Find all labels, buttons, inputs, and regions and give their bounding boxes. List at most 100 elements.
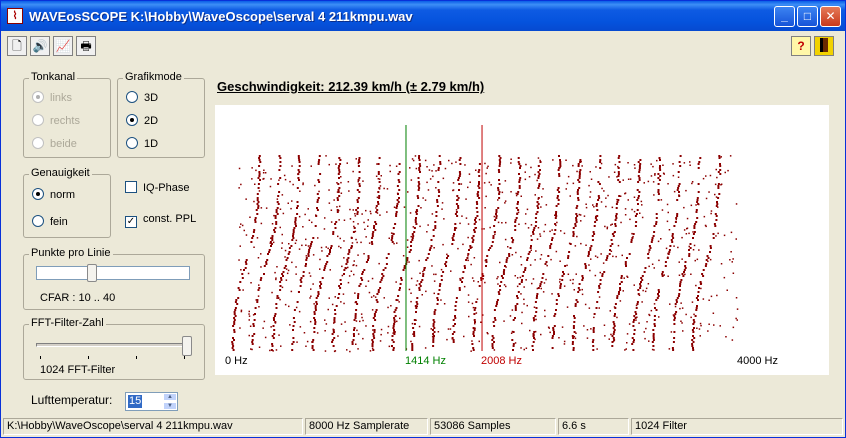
spectrogram-dot: [251, 167, 253, 169]
spectrogram-dot: [485, 195, 487, 198]
radio-beide[interactable]: beide: [32, 137, 77, 150]
spectrogram-dot: [374, 296, 377, 298]
speaker-icon[interactable]: 🔊: [30, 36, 50, 56]
spectrogram-dot: [603, 190, 605, 192]
spectrogram-dot: [657, 189, 660, 191]
spectrogram-dot: [591, 341, 594, 343]
marker-green-label: 1414 Hz: [404, 355, 446, 367]
spectrogram-dot: [337, 297, 340, 299]
spectrogram-dot: [334, 227, 337, 229]
spectrogram-dot: [493, 215, 496, 218]
help-button[interactable]: ?: [791, 36, 811, 56]
spectrogram-dot: [375, 309, 378, 311]
spectrogram-dot: [523, 348, 525, 351]
spectrogram-dot: [354, 215, 357, 217]
spectrogram-dot: [354, 301, 357, 304]
spectrogram-dot: [357, 162, 360, 165]
spectrogram-dot: [234, 301, 237, 303]
spectrogram-dot: [653, 349, 655, 351]
spectrogram-dot: [673, 319, 676, 321]
spectrogram-dot: [590, 245, 593, 247]
lufttemp-value[interactable]: 15: [128, 395, 143, 408]
spectrogram-dot: [674, 313, 677, 315]
radio-1d[interactable]: 1D: [126, 137, 158, 150]
spectrogram-dot: [678, 194, 680, 196]
spectrogram-dot: [349, 208, 351, 211]
spectrogram-dot: [606, 257, 609, 259]
title-bar[interactable]: ⌇ WAVEosSCOPE K:\Hobby\WaveOscope\serval…: [1, 1, 845, 31]
spectrogram-dot: [353, 329, 355, 331]
spectrogram-dot: [592, 345, 595, 347]
punkte-slider-thumb[interactable]: [87, 264, 97, 282]
spectrogram-dot: [392, 327, 395, 329]
spectrogram-dot: [559, 260, 561, 262]
spectrogram-dot: [630, 241, 633, 243]
spectrogram-dot: [277, 195, 280, 197]
spectrogram-dot: [598, 197, 601, 199]
spectrogram-dot: [581, 275, 584, 277]
spectrogram-dot: [292, 341, 295, 343]
maximize-button[interactable]: □: [797, 6, 818, 27]
spectrogram-dot: [391, 235, 394, 237]
fft-slider-thumb[interactable]: [182, 336, 192, 356]
spectrogram-dot: [500, 275, 503, 277]
spectrogram-dot: [396, 192, 399, 195]
spectrogram-dot: [319, 287, 322, 289]
spectrum-icon[interactable]: 📈: [53, 36, 73, 56]
printer-icon[interactable]: 🖶: [76, 36, 96, 56]
spectrogram-dot: [357, 165, 360, 167]
spin-up-button[interactable]: ▲: [163, 393, 177, 401]
spectrogram-dot: [478, 218, 481, 221]
spectrogram-dot: [326, 255, 329, 257]
spectrogram-dot: [568, 242, 571, 245]
fft-slider-track[interactable]: [36, 343, 186, 347]
spectrogram-dot: [387, 325, 390, 328]
spectrogram-dot: [691, 182, 693, 185]
spectrogram-dot: [467, 253, 470, 255]
spectrogram-dot: [365, 285, 367, 287]
spectrogram-dot: [368, 291, 371, 294]
close-button[interactable]: ✕: [820, 6, 841, 27]
radio-rechts[interactable]: rechts: [32, 114, 80, 127]
spectrogram-dot: [362, 319, 364, 322]
spectrogram-dot: [617, 165, 619, 168]
spectrogram-dot: [552, 159, 554, 161]
spectrogram-dot: [598, 296, 601, 298]
minimize-button[interactable]: _: [774, 6, 795, 27]
new-file-icon[interactable]: 🗋: [7, 36, 27, 56]
spectrogram-dot: [411, 237, 414, 239]
spectrogram-dot: [329, 249, 331, 251]
spectrogram-dot: [372, 349, 375, 351]
spectrogram-dot: [333, 199, 335, 201]
spectrogram-dot: [456, 215, 459, 217]
spectrogram-dot: [471, 237, 474, 239]
const-ppl-checkbox[interactable]: ✓ const. PPL: [125, 213, 196, 228]
spectrogram-dot: [706, 255, 709, 257]
radio-fein[interactable]: fein: [32, 215, 68, 228]
radio-norm[interactable]: norm: [32, 188, 75, 201]
spectrogram-dot: [279, 289, 282, 291]
radio-3d[interactable]: 3D: [126, 91, 158, 104]
spectrogram-dot: [558, 155, 560, 157]
spectrogram-dot: [433, 247, 435, 249]
waveform-icon[interactable]: ⌇: [7, 8, 23, 24]
spectrogram-dot: [614, 303, 617, 305]
lufttemp-spinner[interactable]: 15 ▲ ▼: [125, 392, 178, 411]
radio-2d[interactable]: 2D: [126, 114, 158, 127]
spectrogram-plot[interactable]: 0 Hz 1414 Hz 2008 Hz 4000 Hz: [215, 105, 829, 375]
spectrogram-dot: [478, 169, 481, 171]
spectrogram-dot: [483, 228, 485, 230]
spectrogram-dot: [352, 339, 355, 341]
spectrogram-dot: [357, 348, 359, 350]
spectrogram-dot: [532, 349, 534, 351]
spin-down-button[interactable]: ▼: [163, 402, 177, 410]
spectrogram-dot: [575, 219, 578, 221]
spectrogram-dot: [278, 179, 280, 181]
exit-door-icon[interactable]: [814, 36, 834, 56]
iq-phase-checkbox[interactable]: IQ-Phase: [125, 181, 189, 194]
spectrogram-dot: [432, 323, 435, 325]
spectrogram-dot: [677, 295, 680, 297]
radio-links[interactable]: links: [32, 91, 72, 104]
spectrogram-dot: [483, 182, 486, 184]
spectrogram-dot: [651, 348, 654, 351]
